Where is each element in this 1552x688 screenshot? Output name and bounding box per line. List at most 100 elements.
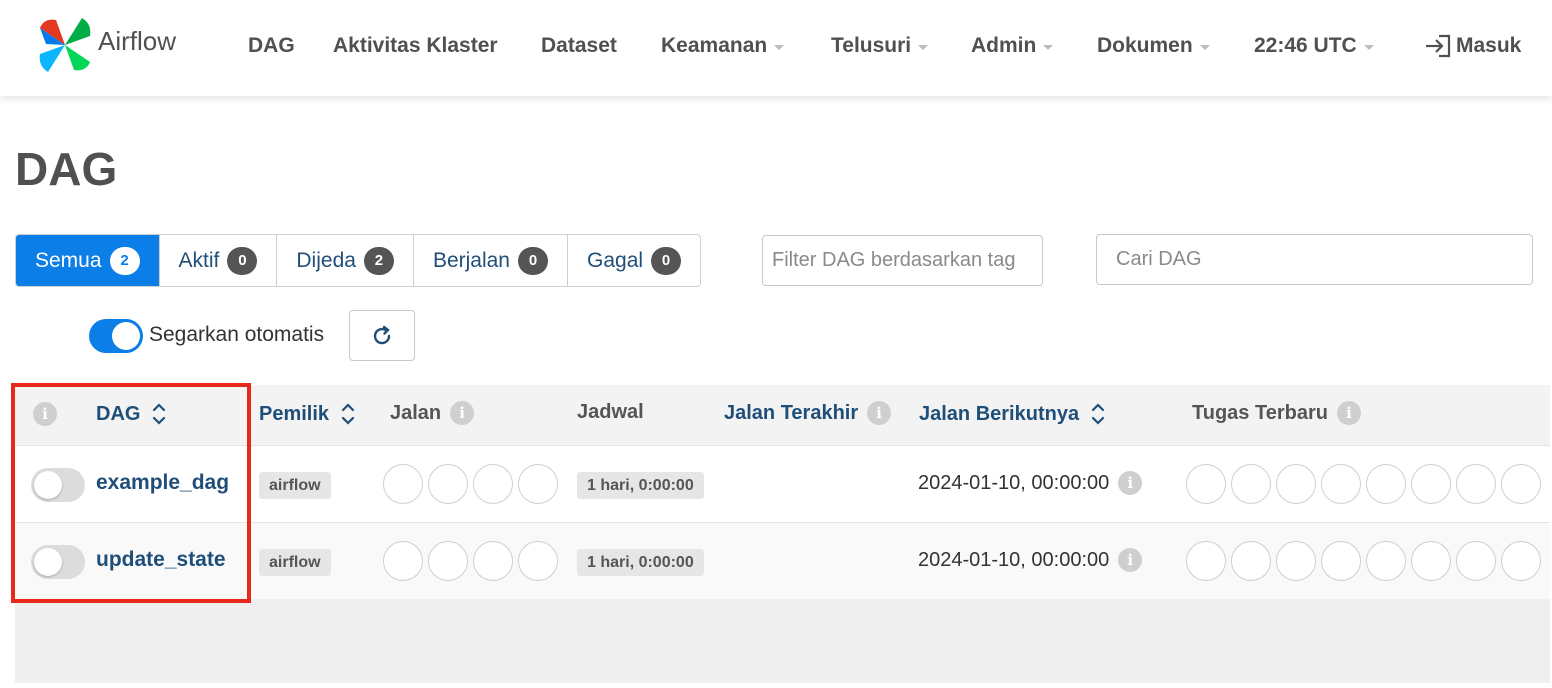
header-next-run[interactable]: Jalan Berikutnya bbox=[919, 401, 1105, 427]
run-status-circles bbox=[383, 464, 558, 504]
task-status-circle[interactable] bbox=[1411, 541, 1451, 581]
dag-search-input[interactable] bbox=[1096, 234, 1533, 285]
nav-cluster-activity-label: Aktivitas Klaster bbox=[333, 34, 498, 57]
nav-docs-label: Dokumen bbox=[1097, 34, 1193, 57]
run-status-circles bbox=[383, 541, 558, 581]
task-status-circle[interactable] bbox=[1231, 464, 1271, 504]
task-status-circles bbox=[1186, 464, 1541, 504]
toggle-knob bbox=[112, 322, 140, 350]
run-status-circle[interactable] bbox=[428, 464, 468, 504]
run-status-circle[interactable] bbox=[473, 541, 513, 581]
nav-clock[interactable]: 22:46 UTC bbox=[1254, 34, 1374, 58]
refresh-icon bbox=[373, 325, 391, 344]
next-run-value: 2024-01-10, 00:00:00 bbox=[918, 548, 1110, 571]
brand-name: Airflow bbox=[98, 25, 177, 56]
run-status-circle[interactable] bbox=[383, 464, 423, 504]
task-status-circle[interactable] bbox=[1321, 541, 1361, 581]
tab-running-label: Berjalan bbox=[432, 248, 510, 272]
nav-browse-label: Telusuri bbox=[831, 34, 912, 57]
nav-dag-label: DAG bbox=[248, 34, 295, 57]
count-badge: 0 bbox=[518, 246, 548, 275]
tab-active-label: Aktif bbox=[178, 248, 220, 272]
tab-all-label: Semua bbox=[35, 248, 102, 272]
nav-datasets[interactable]: Dataset bbox=[541, 34, 617, 58]
task-status-circle[interactable] bbox=[1276, 541, 1316, 581]
caret-down-icon bbox=[1199, 45, 1210, 50]
count-badge: 0 bbox=[227, 246, 258, 275]
nav-browse[interactable]: Telusuri bbox=[831, 34, 929, 58]
owner-badge[interactable]: airflow bbox=[259, 472, 331, 499]
header-last-run-label: Jalan Terakhir bbox=[724, 401, 859, 424]
task-status-circle[interactable] bbox=[1501, 541, 1541, 581]
run-status-circle[interactable] bbox=[473, 464, 513, 504]
run-status-circle[interactable] bbox=[383, 541, 423, 581]
count-badge: 2 bbox=[363, 246, 394, 275]
sort-icon bbox=[1091, 403, 1105, 425]
task-status-circle[interactable] bbox=[1366, 464, 1406, 504]
airflow-brand[interactable]: Airflow bbox=[34, 14, 176, 76]
login-link[interactable]: Masuk bbox=[1424, 34, 1521, 58]
count-badge: 2 bbox=[109, 246, 140, 275]
task-status-circle[interactable] bbox=[1411, 464, 1451, 504]
nav-clock-label: 22:46 UTC bbox=[1254, 34, 1357, 57]
nav-security[interactable]: Keamanan bbox=[661, 34, 785, 58]
info-icon[interactable]: i bbox=[1118, 548, 1143, 572]
tab-active[interactable]: Aktif 0 bbox=[159, 235, 278, 286]
info-icon[interactable]: i bbox=[1118, 471, 1143, 495]
header-owner[interactable]: Pemilik bbox=[259, 401, 355, 427]
next-run-cell: 2024-01-10, 00:00:00 i bbox=[918, 548, 1143, 572]
nav-dag[interactable]: DAG bbox=[248, 34, 295, 58]
task-status-circle[interactable] bbox=[1366, 541, 1406, 581]
run-status-circle[interactable] bbox=[428, 541, 468, 581]
nav-security-label: Keamanan bbox=[661, 34, 768, 57]
next-run-cell: 2024-01-10, 00:00:00 i bbox=[918, 471, 1143, 495]
tab-failed-label: Gagal bbox=[587, 248, 644, 272]
info-icon[interactable]: i bbox=[867, 401, 892, 425]
task-status-circle[interactable] bbox=[1276, 464, 1316, 504]
header-runs: Jalan i bbox=[390, 401, 475, 425]
schedule-badge[interactable]: 1 hari, 0:00:00 bbox=[577, 472, 704, 499]
task-status-circle[interactable] bbox=[1321, 464, 1361, 504]
tab-paused-label: Dijeda bbox=[296, 248, 356, 272]
tab-running[interactable]: Berjalan 0 bbox=[413, 235, 568, 286]
header-runs-label: Jalan bbox=[390, 401, 442, 424]
airflow-logo-icon bbox=[39, 18, 91, 72]
task-status-circle[interactable] bbox=[1456, 464, 1496, 504]
task-status-circle[interactable] bbox=[1456, 541, 1496, 581]
nav-cluster-activity[interactable]: Aktivitas Klaster bbox=[333, 34, 498, 58]
task-status-circle[interactable] bbox=[1186, 464, 1226, 504]
tab-all[interactable]: Semua 2 bbox=[16, 235, 160, 286]
caret-down-icon bbox=[1363, 45, 1374, 50]
auto-refresh-label: Segarkan otomatis bbox=[149, 323, 325, 346]
task-status-circle[interactable] bbox=[1501, 464, 1541, 504]
refresh-button[interactable] bbox=[349, 310, 415, 361]
nav-admin[interactable]: Admin bbox=[971, 34, 1054, 58]
task-status-circle[interactable] bbox=[1231, 541, 1271, 581]
header-owner-label: Pemilik bbox=[259, 402, 330, 425]
sort-icon bbox=[341, 403, 355, 425]
highlight-box bbox=[11, 383, 251, 603]
header-last-run[interactable]: Jalan Terakhir i bbox=[724, 401, 892, 425]
schedule-badge[interactable]: 1 hari, 0:00:00 bbox=[577, 549, 704, 576]
info-icon[interactable]: i bbox=[450, 401, 475, 425]
tag-filter-input[interactable] bbox=[762, 235, 1043, 286]
header-schedule: Jadwal bbox=[577, 401, 644, 424]
run-status-circle[interactable] bbox=[518, 464, 558, 504]
login-label: Masuk bbox=[1456, 34, 1522, 57]
tab-failed[interactable]: Gagal 0 bbox=[568, 235, 701, 286]
task-status-circle[interactable] bbox=[1186, 541, 1226, 581]
nav-docs[interactable]: Dokumen bbox=[1097, 34, 1210, 58]
nav-datasets-label: Dataset bbox=[541, 34, 617, 57]
owner-badge[interactable]: airflow bbox=[259, 549, 331, 576]
info-icon[interactable]: i bbox=[1336, 401, 1361, 425]
run-status-circle[interactable] bbox=[518, 541, 558, 581]
top-navbar: Airflow DAG Aktivitas Klaster Dataset Ke… bbox=[0, 0, 1552, 96]
nav-admin-label: Admin bbox=[971, 34, 1037, 57]
next-run-value: 2024-01-10, 00:00:00 bbox=[918, 471, 1110, 494]
caret-down-icon bbox=[918, 45, 929, 50]
header-schedule-label: Jadwal bbox=[577, 401, 644, 423]
auto-refresh-toggle[interactable] bbox=[89, 319, 143, 353]
status-filter-tabs: Semua 2 Aktif 0 Dijeda 2 Berjalan 0 Gagal 0 bbox=[15, 234, 702, 287]
tab-paused[interactable]: Dijeda 2 bbox=[277, 235, 414, 286]
caret-down-icon bbox=[1043, 45, 1054, 50]
